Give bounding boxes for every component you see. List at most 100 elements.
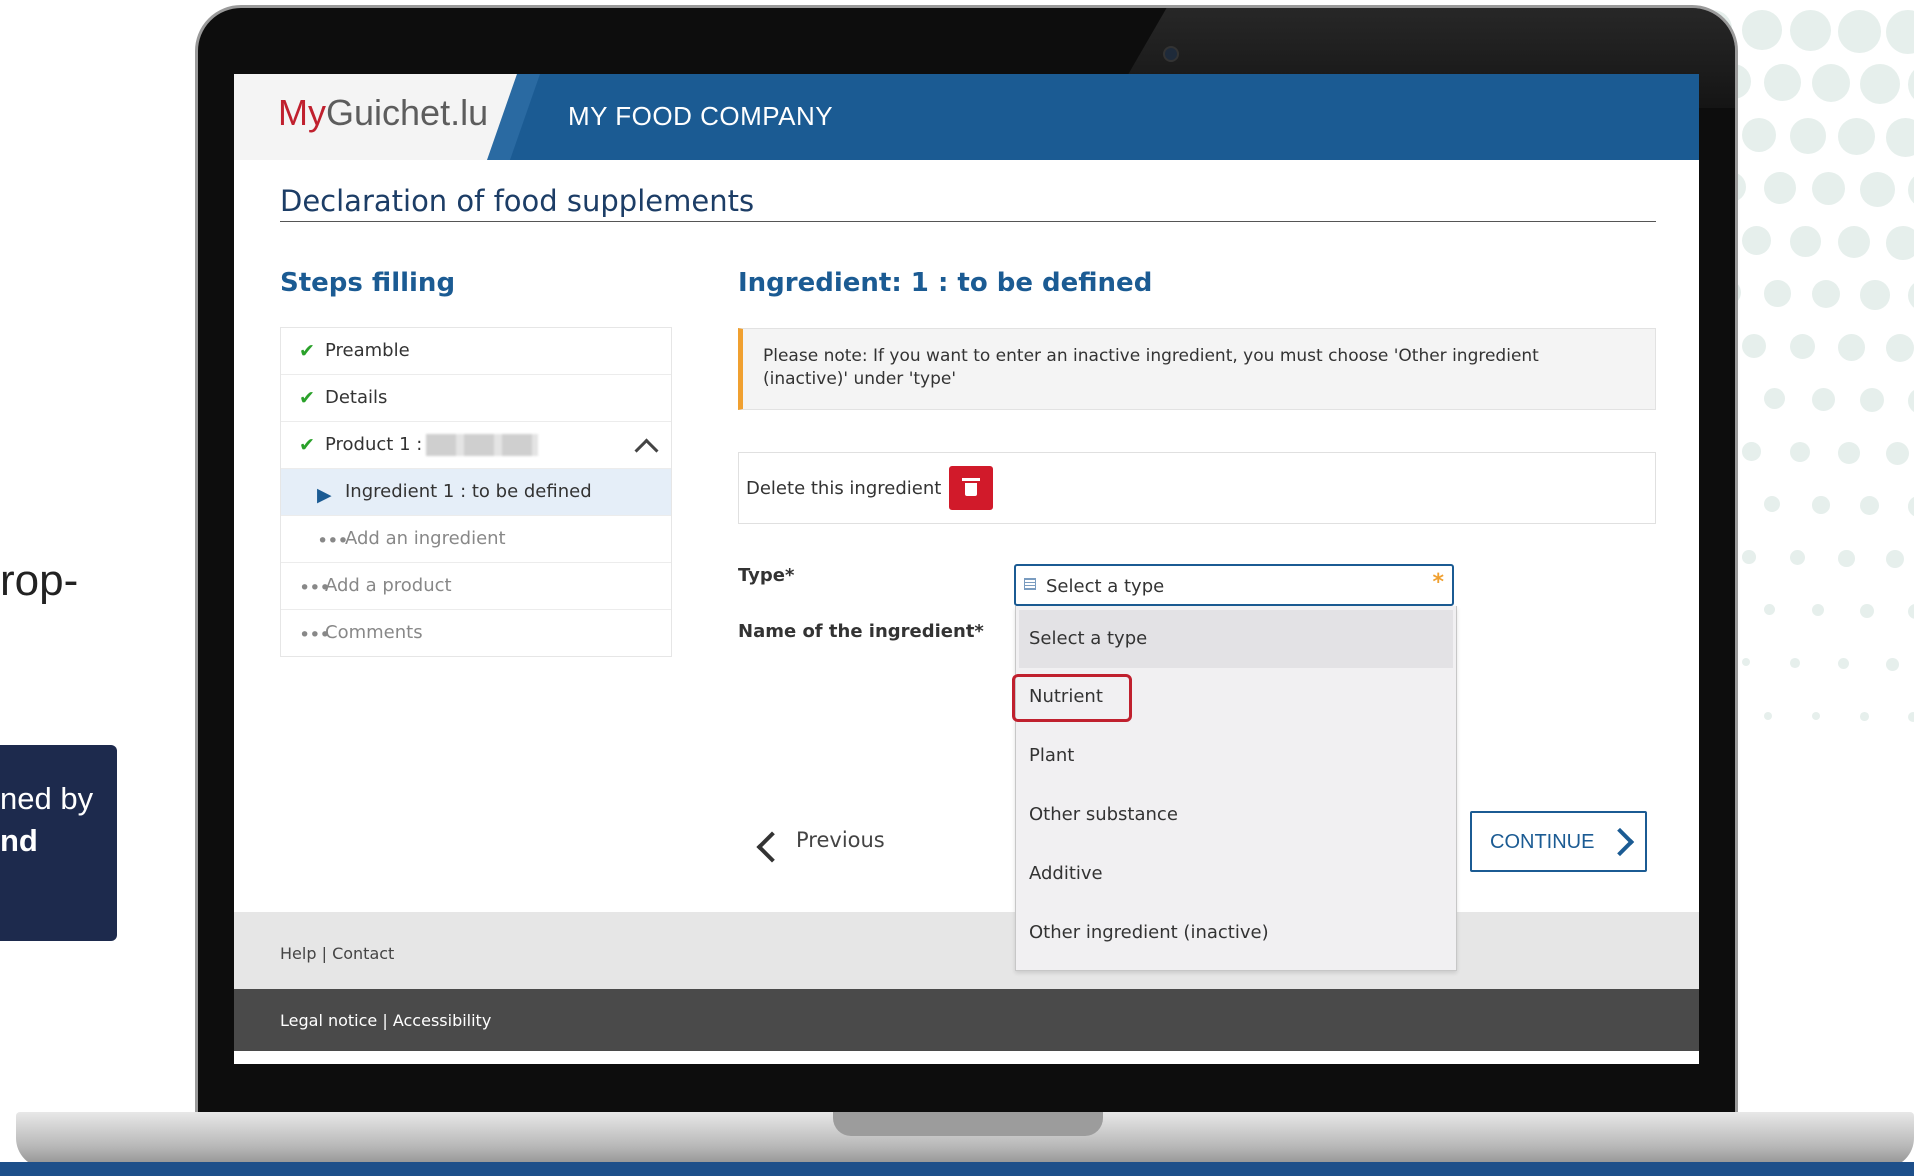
list-icon — [1024, 578, 1036, 590]
ellipsis-icon: ••• — [317, 530, 349, 552]
decorative-dot — [1790, 442, 1811, 463]
option-label: Other substance — [1029, 804, 1178, 825]
legal-notice-link[interactable]: Legal notice — [280, 1011, 377, 1030]
step-label: Add an ingredient — [345, 528, 506, 549]
slide-bottom-strip — [0, 1162, 1914, 1176]
accessibility-link[interactable]: Accessibility — [393, 1011, 491, 1030]
decorative-dot — [1764, 712, 1772, 720]
decorative-dot — [1742, 118, 1777, 153]
decorative-dot — [1764, 388, 1786, 410]
steps-list: ✔ Preamble ✔ Details ✔ Product 1 : ▶ Ing… — [280, 327, 672, 657]
slide-callout-line2: nd — [0, 823, 38, 858]
decorative-dot — [1742, 442, 1761, 461]
decorative-dot — [1812, 712, 1820, 720]
option-label: Additive — [1029, 863, 1103, 884]
type-option-select[interactable]: Select a type — [1019, 610, 1453, 668]
step-ingredient-1[interactable]: ▶ Ingredient 1 : to be defined — [281, 469, 671, 516]
decorative-dot — [1908, 64, 1914, 106]
decorative-dot — [1838, 658, 1850, 670]
footer-help-links: Help | Contact — [280, 944, 394, 963]
check-icon: ✔ — [299, 434, 315, 456]
help-link[interactable]: Help — [280, 944, 316, 963]
decorative-dot — [1812, 388, 1835, 411]
step-add-product[interactable]: ••• Add a product — [281, 563, 671, 610]
nutrient-highlight-box — [1012, 674, 1132, 722]
contact-link[interactable]: Contact — [332, 944, 394, 963]
decorative-dot — [1790, 10, 1831, 51]
note-text: Please note: If you want to enter an ina… — [763, 346, 1539, 389]
type-option-other-substance[interactable]: Other substance — [1016, 786, 1456, 844]
step-label: Details — [325, 387, 388, 408]
slide-text-fragment: rop- — [0, 556, 79, 605]
continue-button[interactable]: CONTINUE — [1470, 811, 1647, 872]
chevron-up-icon[interactable] — [634, 438, 659, 463]
decorative-dot — [1860, 604, 1874, 618]
option-label: Other ingredient (inactive) — [1029, 922, 1269, 943]
site-header: MyGuichet.lu MY FOOD COMPANY — [234, 74, 1699, 160]
decorative-dot — [1764, 64, 1801, 101]
decorative-dot — [1742, 550, 1756, 564]
decorative-dot — [1886, 442, 1910, 466]
decorative-dot — [1742, 658, 1751, 667]
step-label: Product 1 : — [325, 434, 539, 456]
decorative-dot — [1908, 712, 1914, 723]
decorative-dot — [1790, 334, 1816, 360]
trash-icon — [962, 478, 980, 496]
option-label: Plant — [1029, 745, 1075, 766]
decorative-dot — [1790, 226, 1821, 257]
type-select[interactable]: Select a type * — [1014, 564, 1454, 606]
decorative-dot — [1812, 496, 1830, 514]
decorative-dot — [1812, 172, 1846, 206]
camera-icon — [1163, 46, 1179, 62]
decorative-dot — [1908, 496, 1914, 517]
decorative-dot — [1860, 712, 1869, 721]
info-note: Please note: If you want to enter an ina… — [738, 328, 1656, 410]
decorative-dot — [1886, 118, 1914, 157]
decorative-dot — [1886, 334, 1914, 363]
decorative-dot — [1838, 118, 1876, 156]
decorative-dot — [1790, 550, 1805, 565]
site-logo[interactable]: MyGuichet.lu — [278, 92, 488, 134]
type-option-other-inactive[interactable]: Other ingredient (inactive) — [1016, 904, 1456, 962]
type-label: Type* — [738, 565, 795, 586]
type-option-additive[interactable]: Additive — [1016, 845, 1456, 903]
decorative-dot — [1860, 496, 1880, 516]
type-select-value: Select a type — [1046, 576, 1165, 597]
decorative-dot — [1812, 64, 1851, 103]
redacted-product-name — [426, 434, 539, 456]
footer-separator: | — [321, 944, 327, 963]
decorative-dot — [1908, 604, 1914, 620]
decorative-dot — [1764, 496, 1781, 513]
type-dropdown-list: Select a type Nutrient Plant Other subst… — [1012, 606, 1457, 971]
decorative-dot — [1838, 550, 1855, 567]
ingredient-title: Ingredient: 1 : to be defined — [738, 268, 1153, 298]
logo-my: My — [278, 92, 326, 133]
steps-title: Steps filling — [280, 268, 456, 298]
delete-ingredient-button[interactable] — [949, 466, 993, 510]
logo-area[interactable]: MyGuichet.lu — [234, 74, 517, 160]
step-comments[interactable]: ••• Comments — [281, 610, 671, 656]
decorative-dot — [1886, 550, 1904, 568]
decorative-dot — [1838, 334, 1865, 361]
step-details[interactable]: ✔ Details — [281, 375, 671, 422]
step-product-1[interactable]: ✔ Product 1 : — [281, 422, 671, 469]
decorative-dot — [1742, 226, 1772, 256]
step-label: Add a product — [325, 575, 452, 596]
decorative-dot — [1742, 10, 1782, 50]
delete-label: Delete this ingredient — [746, 478, 942, 499]
logo-rest: Guichet.lu — [326, 92, 489, 133]
browser-screen: MyGuichet.lu MY FOOD COMPANY Declaration… — [234, 74, 1699, 1064]
decorative-dot — [1742, 334, 1766, 358]
type-option-plant[interactable]: Plant — [1016, 727, 1456, 785]
delete-ingredient-box: Delete this ingredient — [738, 452, 1656, 524]
title-divider — [280, 221, 1656, 222]
step-label: Ingredient 1 : to be defined — [345, 481, 592, 502]
decorative-dot — [1886, 658, 1899, 671]
decorative-dot — [1790, 118, 1826, 154]
check-icon: ✔ — [299, 387, 315, 409]
page-title: Declaration of food supplements — [280, 184, 755, 218]
previous-button[interactable]: Previous — [796, 828, 885, 852]
step-add-ingredient[interactable]: ••• Add an ingredient — [281, 516, 671, 563]
chevron-left-icon[interactable] — [756, 831, 788, 863]
step-preamble[interactable]: ✔ Preamble — [281, 328, 671, 375]
